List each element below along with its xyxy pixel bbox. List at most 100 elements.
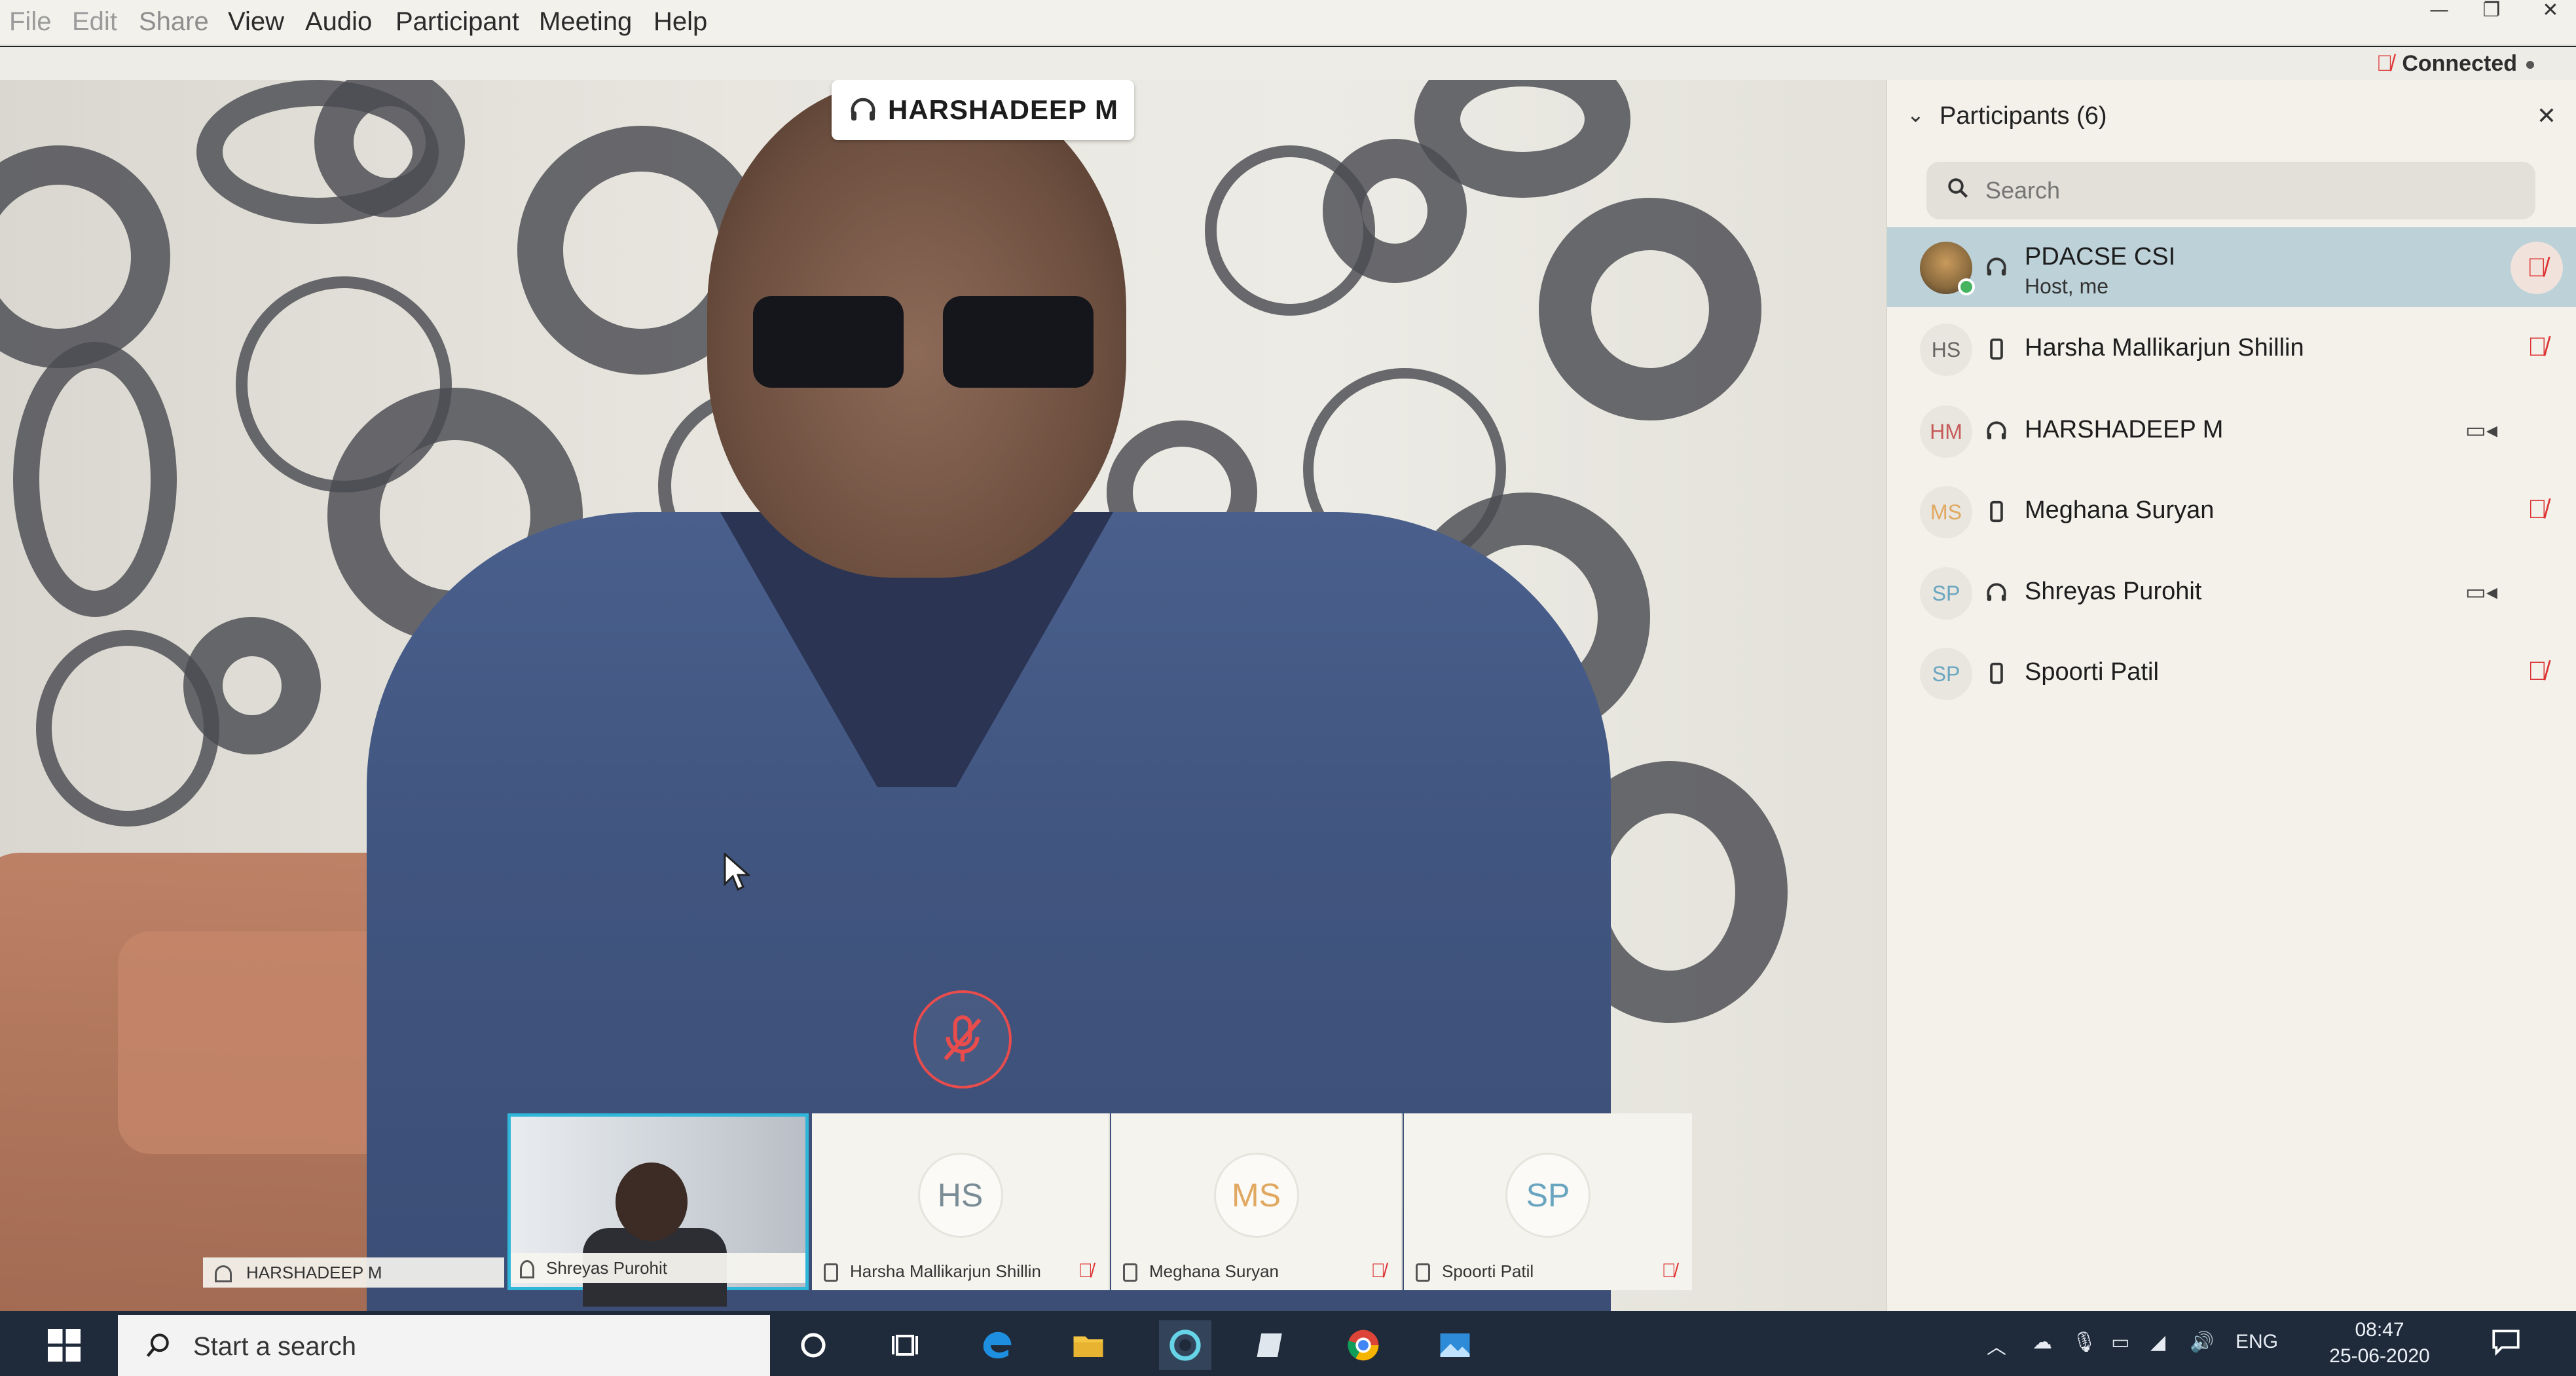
taskbar-search-text: Start a search bbox=[193, 1332, 357, 1361]
menu-meeting[interactable]: Meeting bbox=[539, 5, 632, 38]
headset-icon bbox=[1987, 583, 2006, 601]
menu-bar: File Edit Share View Audio Participant M… bbox=[0, 0, 2576, 46]
phone-icon bbox=[824, 1263, 838, 1282]
menu-view[interactable]: View bbox=[228, 5, 284, 38]
microphone-icon[interactable]: 🎙 bbox=[2072, 1331, 2097, 1354]
search-input[interactable] bbox=[1985, 162, 2522, 219]
active-speaker-name: HARSHADEEP M bbox=[888, 94, 1118, 125]
notification-center-icon[interactable] bbox=[2488, 1326, 2524, 1358]
menu-help[interactable]: Help bbox=[653, 5, 707, 38]
participants-header[interactable]: ⌄ Participants (6) ✕ bbox=[1887, 93, 2576, 139]
participants-panel: ⌄ Participants (6) ✕ PDACSE CSI Host, me… bbox=[1886, 80, 2576, 1311]
participant-name: Shreyas Purohit bbox=[2025, 578, 2202, 605]
windows-start-icon[interactable] bbox=[45, 1326, 84, 1365]
mic-muted-icon[interactable]: 🎙̸ bbox=[2511, 242, 2563, 294]
minimize-button[interactable]: — bbox=[2410, 0, 2469, 22]
mute-toggle-button[interactable] bbox=[913, 990, 1012, 1088]
mic-muted-icon: 🎙̸ bbox=[2376, 51, 2393, 76]
participant-row-shreyas[interactable]: SP Shreyas Purohit ▭◂ bbox=[1887, 553, 2576, 633]
wifi-icon[interactable]: ◢ bbox=[2150, 1331, 2165, 1354]
glasses-lens bbox=[943, 296, 1094, 388]
restore-button[interactable]: ❐ bbox=[2462, 0, 2521, 22]
menu-audio[interactable]: Audio bbox=[305, 5, 372, 38]
glasses-lens bbox=[753, 296, 904, 388]
search-icon bbox=[1948, 178, 1968, 198]
mic-muted-icon: 🎙̸ bbox=[1371, 1260, 1386, 1282]
phone-icon bbox=[1990, 662, 2003, 684]
battery-icon[interactable]: ▭ bbox=[2111, 1331, 2129, 1354]
system-tray: ︿ ☁ 🎙 ▭ ◢ 🔊 ENG 08:47 25-06-2020 bbox=[1987, 1311, 2576, 1376]
taskbar-search-box[interactable]: Start a search bbox=[118, 1315, 770, 1376]
participant-name: Harsha Mallikarjun Shillin bbox=[2025, 334, 2304, 362]
camera-icon[interactable]: ▭◂ bbox=[2465, 579, 2497, 605]
file-explorer-icon[interactable] bbox=[1067, 1326, 1109, 1365]
chrome-browser-icon[interactable] bbox=[1342, 1326, 1384, 1365]
avatar: SP bbox=[1920, 567, 1972, 620]
participants-title: Participants (6) bbox=[1940, 102, 2107, 130]
avatar: MS bbox=[1213, 1153, 1299, 1238]
thumbnail-caption: Spoorti Patil 🎙̸ bbox=[1416, 1256, 1680, 1286]
thumbnail-person-head bbox=[616, 1162, 688, 1241]
edge-browser-icon[interactable] bbox=[976, 1326, 1018, 1365]
participant-name: Spoorti Patil bbox=[2025, 658, 2159, 686]
avatar: MS bbox=[1920, 486, 1972, 538]
mic-muted-icon bbox=[944, 1015, 982, 1062]
headset-icon bbox=[1987, 421, 2006, 439]
thumbnail-spoorti[interactable]: SP Spoorti Patil 🎙̸ bbox=[1404, 1113, 1692, 1290]
search-icon bbox=[146, 1333, 169, 1357]
notes-app-icon[interactable] bbox=[1251, 1326, 1293, 1365]
participant-row-harsha[interactable]: HS Harsha Mallikarjun Shillin 🎙̸ bbox=[1887, 309, 2576, 389]
mic-muted-icon[interactable]: 🎙̸ bbox=[2528, 333, 2547, 362]
menu-share[interactable]: Share bbox=[139, 5, 209, 38]
thumbnail-name: Spoorti Patil bbox=[1442, 1261, 1534, 1281]
menu-file[interactable]: File bbox=[9, 5, 51, 38]
participant-row-spoorti[interactable]: SP Spoorti Patil 🎙̸ bbox=[1887, 633, 2576, 713]
clock-date[interactable]: 25-06-2020 bbox=[2321, 1345, 2438, 1367]
mic-muted-icon: 🎙̸ bbox=[1661, 1260, 1677, 1282]
status-dot-icon bbox=[2526, 61, 2534, 69]
avatar: HS bbox=[917, 1153, 1003, 1238]
mic-muted-icon[interactable]: 🎙̸ bbox=[2528, 495, 2547, 525]
thumbnail-harsha[interactable]: HS Harsha Mallikarjun Shillin 🎙̸ bbox=[812, 1113, 1110, 1290]
volume-icon[interactable]: 🔊 bbox=[2190, 1331, 2214, 1354]
thumbnail-caption: Harsha Mallikarjun Shillin 🎙̸ bbox=[824, 1256, 1097, 1286]
participant-name: Meghana Suryan bbox=[2025, 496, 2215, 524]
headset-icon bbox=[851, 98, 875, 121]
participant-row-harshadeep[interactable]: HM HARSHADEEP M ▭◂ bbox=[1887, 391, 2576, 471]
participant-search[interactable] bbox=[1926, 162, 2535, 219]
camera-icon[interactable]: ▭◂ bbox=[2465, 417, 2497, 443]
mic-muted-icon: 🎙̸ bbox=[1078, 1260, 1094, 1282]
language-indicator[interactable]: ENG bbox=[2236, 1331, 2278, 1353]
webex-app-icon[interactable] bbox=[1159, 1320, 1211, 1370]
show-hidden-icons-icon[interactable]: ︿ bbox=[1987, 1331, 2006, 1360]
menu-edit[interactable]: Edit bbox=[72, 5, 117, 38]
speaker-glasses bbox=[753, 296, 1107, 394]
active-speaker-label: HARSHADEEP M bbox=[832, 80, 1134, 140]
task-view-icon[interactable] bbox=[884, 1326, 926, 1365]
participant-row-pdacse-csi[interactable]: PDACSE CSI Host, me 🎙̸ bbox=[1887, 227, 2576, 307]
menu-participant[interactable]: Participant bbox=[396, 5, 519, 38]
thumbnail-caption: Meghana Suryan 🎙̸ bbox=[1123, 1256, 1389, 1286]
photos-app-icon[interactable] bbox=[1434, 1326, 1476, 1365]
chevron-down-icon[interactable]: ⌄ bbox=[1907, 102, 1924, 127]
phone-icon bbox=[1416, 1263, 1430, 1282]
participant-role: Host, me bbox=[2025, 274, 2109, 298]
mic-muted-icon[interactable]: 🎙̸ bbox=[2528, 657, 2547, 686]
connection-status: 🎙̸ Connected bbox=[2376, 50, 2534, 77]
participant-name: HARSHADEEP M bbox=[2025, 416, 2224, 443]
close-panel-icon[interactable]: ✕ bbox=[2537, 102, 2556, 130]
cortana-icon[interactable] bbox=[792, 1326, 834, 1365]
close-window-button[interactable]: ✕ bbox=[2521, 0, 2576, 22]
phone-icon bbox=[1123, 1263, 1137, 1282]
online-status-icon bbox=[1958, 278, 1975, 295]
thumbnail-meghana[interactable]: MS Meghana Suryan 🎙̸ bbox=[1111, 1113, 1403, 1290]
onedrive-icon[interactable]: ☁ bbox=[2033, 1331, 2052, 1354]
participant-row-meghana[interactable]: MS Meghana Suryan 🎙̸ bbox=[1887, 472, 2576, 551]
thumbnail-name: Shreyas Purohit bbox=[546, 1258, 667, 1278]
avatar: SP bbox=[1505, 1153, 1591, 1238]
thumbnail-shreyas[interactable]: Shreyas Purohit bbox=[507, 1113, 809, 1307]
headset-icon bbox=[520, 1260, 534, 1279]
video-thumbnail-strip: Shreyas Purohit HS Harsha Mallikarjun Sh… bbox=[0, 1113, 1886, 1310]
clock-time[interactable]: 08:47 bbox=[2321, 1319, 2438, 1341]
avatar: SP bbox=[1920, 648, 1972, 700]
